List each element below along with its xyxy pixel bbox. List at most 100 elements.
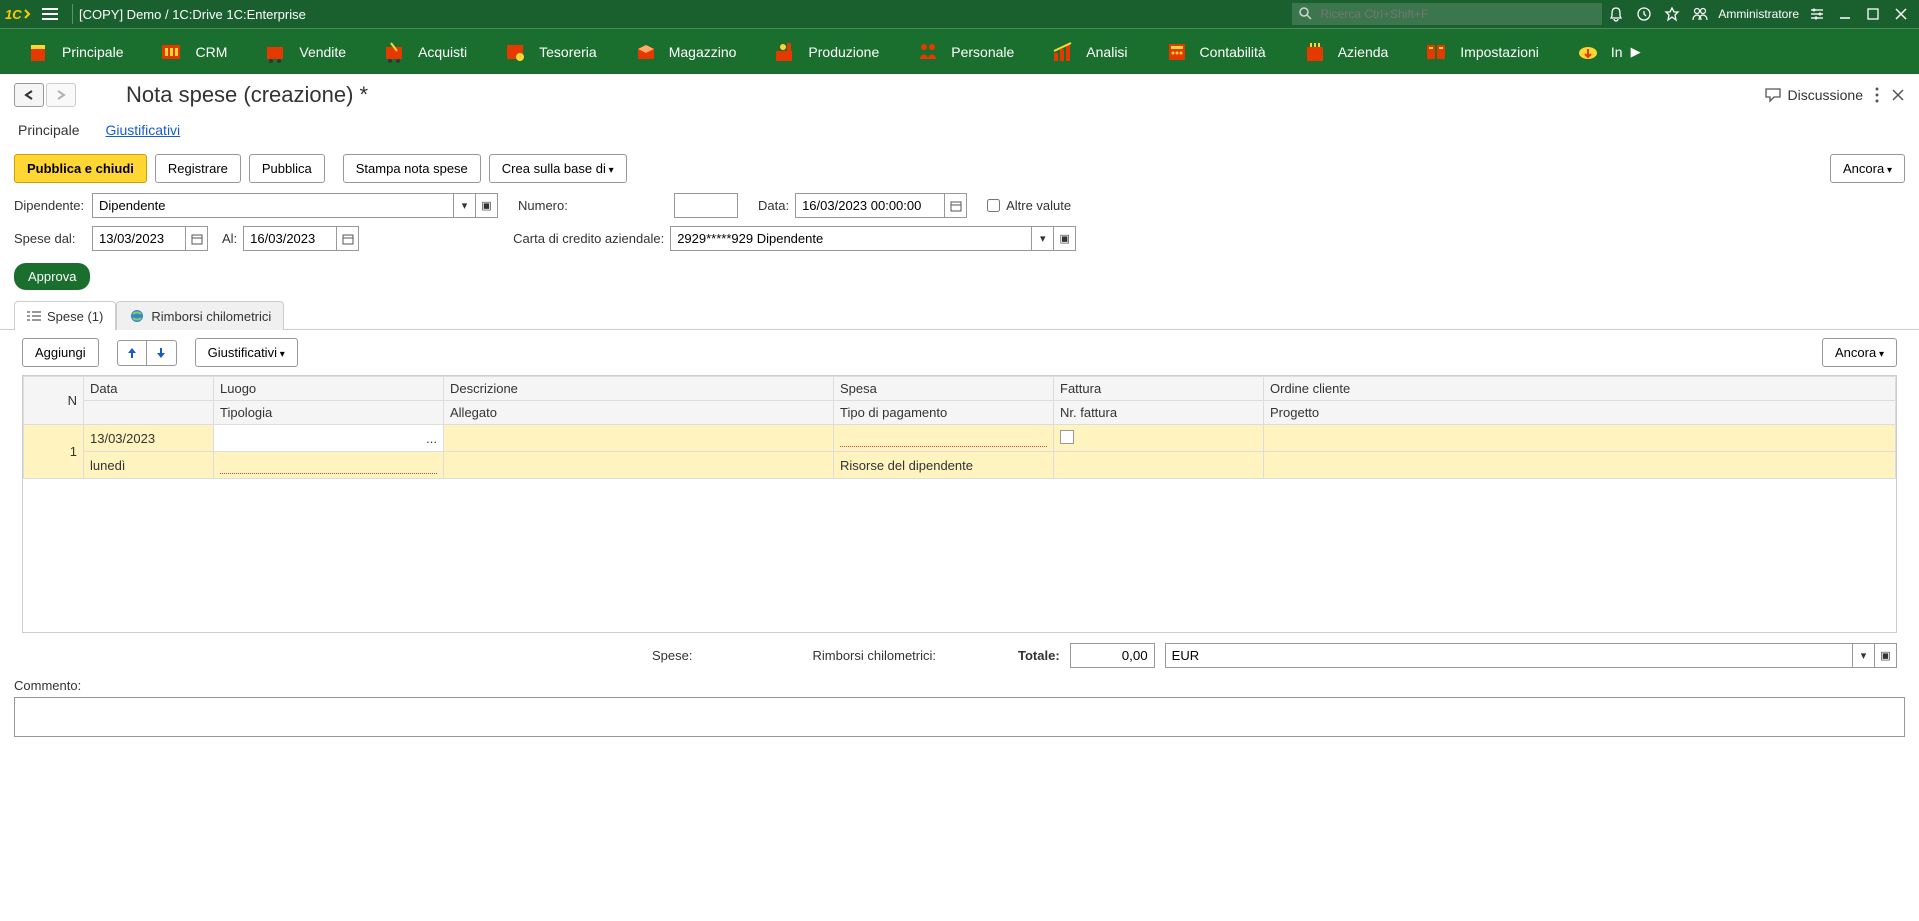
col-tipo-pagamento[interactable]: Tipo di pagamento <box>834 401 1054 425</box>
close-window-icon[interactable] <box>1887 2 1915 26</box>
nav-extra[interactable]: In <box>1557 29 1627 74</box>
nav-azienda[interactable]: Azienda <box>1284 29 1407 74</box>
table-ancora-dropdown[interactable]: Ancora <box>1822 338 1897 367</box>
al-calendar-icon[interactable] <box>337 226 359 251</box>
nav-analisi[interactable]: Analisi <box>1032 29 1145 74</box>
col-ordine[interactable]: Ordine cliente <box>1264 377 1896 401</box>
cell-spesa[interactable] <box>834 425 1054 452</box>
cell-descrizione[interactable] <box>444 425 834 452</box>
carta-dropdown-icon[interactable]: ▾ <box>1032 226 1054 251</box>
fattura-checkbox[interactable] <box>1060 430 1074 444</box>
nav-contabilita[interactable]: Contabilità <box>1146 29 1284 74</box>
home-icon <box>26 39 52 65</box>
valuta-open-icon[interactable]: ▣ <box>1875 643 1897 668</box>
altre-valute-input[interactable] <box>987 199 1000 212</box>
spese-dal-input[interactable] <box>92 226 186 251</box>
col-tipologia[interactable]: Tipologia <box>214 401 444 425</box>
cell-progetto[interactable] <box>1264 452 1896 479</box>
subtab-giustificativi[interactable]: Giustificativi <box>101 116 184 144</box>
hamburger-menu-icon[interactable] <box>38 2 62 26</box>
dipendente-input[interactable] <box>92 193 454 218</box>
registrare-button[interactable]: Registrare <box>155 154 241 183</box>
carta-open-icon[interactable]: ▣ <box>1054 226 1076 251</box>
col-progetto[interactable]: Progetto <box>1264 401 1896 425</box>
col-data-sub[interactable] <box>84 401 214 425</box>
subtab-principale[interactable]: Principale <box>14 116 83 144</box>
user-name[interactable]: Amministratore <box>1718 7 1799 21</box>
nav-produzione[interactable]: Produzione <box>754 29 897 74</box>
back-button[interactable] <box>14 83 44 107</box>
crea-base-dropdown[interactable]: Crea sulla base di <box>489 154 627 183</box>
tab-rimborsi[interactable]: Rimborsi chilometrici <box>116 301 284 330</box>
luogo-input[interactable] <box>216 429 422 448</box>
page-header: Nota spese (creazione) * Discussione <box>0 74 1919 110</box>
table-giustificativi-dropdown[interactable]: Giustificativi <box>195 338 298 367</box>
col-fattura[interactable]: Fattura <box>1054 377 1264 401</box>
move-down-button[interactable] <box>147 340 177 366</box>
cell-data[interactable]: 13/03/2023 <box>84 425 214 452</box>
col-n[interactable]: N <box>24 377 84 425</box>
dipendente-open-icon[interactable]: ▣ <box>476 193 498 218</box>
ancora-dropdown[interactable]: Ancora <box>1830 154 1905 183</box>
users-icon[interactable] <box>1686 2 1714 26</box>
nav-principale[interactable]: Principale <box>8 29 141 74</box>
nav-impostazioni[interactable]: Impostazioni <box>1406 29 1557 74</box>
history-icon[interactable] <box>1630 2 1658 26</box>
col-luogo[interactable]: Luogo <box>214 377 444 401</box>
cell-allegato[interactable] <box>444 452 834 479</box>
numero-input[interactable] <box>674 193 738 218</box>
approva-button[interactable]: Approva <box>14 263 90 290</box>
close-page-icon[interactable] <box>1891 88 1905 102</box>
totale-input[interactable] <box>1070 643 1155 668</box>
aggiungi-button[interactable]: Aggiungi <box>22 338 99 367</box>
discussione-button[interactable]: Discussione <box>1764 87 1863 103</box>
settings-icon[interactable] <box>1803 2 1831 26</box>
stampa-button[interactable]: Stampa nota spese <box>343 154 481 183</box>
commento-textarea[interactable] <box>14 697 1905 737</box>
pubblica-button[interactable]: Pubblica <box>249 154 325 183</box>
pubblica-chiudi-button[interactable]: Pubblica e chiudi <box>14 154 147 183</box>
cell-fattura[interactable] <box>1054 425 1264 452</box>
luogo-picker-icon[interactable]: ... <box>422 431 441 446</box>
col-descrizione[interactable]: Descrizione <box>444 377 834 401</box>
data-calendar-icon[interactable] <box>945 193 967 218</box>
col-nr-fattura[interactable]: Nr. fattura <box>1054 401 1264 425</box>
minimize-icon[interactable] <box>1831 2 1859 26</box>
altre-valute-label: Altre valute <box>1006 198 1071 213</box>
move-up-button[interactable] <box>117 340 147 366</box>
valuta-dropdown-icon[interactable]: ▾ <box>1853 643 1875 668</box>
cell-data-day[interactable]: lunedì <box>84 452 214 479</box>
col-spesa[interactable]: Spesa <box>834 377 1054 401</box>
star-icon[interactable] <box>1658 2 1686 26</box>
data-input[interactable] <box>795 193 945 218</box>
altre-valute-checkbox[interactable]: Altre valute <box>987 198 1071 213</box>
global-search-input[interactable] <box>1292 3 1602 25</box>
table-row[interactable]: 1 13/03/2023 ... <box>24 425 1896 452</box>
cell-n[interactable]: 1 <box>24 425 84 479</box>
nav-personale[interactable]: Personale <box>897 29 1032 74</box>
col-allegato[interactable]: Allegato <box>444 401 834 425</box>
valuta-input[interactable] <box>1165 643 1853 668</box>
tab-spese[interactable]: Spese (1) <box>14 301 116 330</box>
maximize-icon[interactable] <box>1859 2 1887 26</box>
cell-luogo[interactable]: ... <box>214 425 444 452</box>
cell-tipologia[interactable] <box>214 452 444 479</box>
nav-crm[interactable]: CRM <box>141 29 245 74</box>
more-options-icon[interactable] <box>1875 87 1879 103</box>
bell-icon[interactable] <box>1602 2 1630 26</box>
al-input[interactable] <box>243 226 337 251</box>
nav-acquisti[interactable]: Acquisti <box>364 29 485 74</box>
dipendente-dropdown-icon[interactable]: ▾ <box>454 193 476 218</box>
forward-button[interactable] <box>46 83 76 107</box>
spese-dal-calendar-icon[interactable] <box>186 226 208 251</box>
cell-nr-fattura[interactable] <box>1054 452 1264 479</box>
nav-scroll-right-icon[interactable]: ▶ <box>1627 44 1645 60</box>
nav-tesoreria[interactable]: Tesoreria <box>485 29 615 74</box>
nav-vendite[interactable]: Vendite <box>245 29 364 74</box>
cell-ordine[interactable] <box>1264 425 1896 452</box>
carta-input[interactable] <box>670 226 1032 251</box>
cell-tipo-pagamento[interactable]: Risorse del dipendente <box>834 452 1054 479</box>
col-data[interactable]: Data <box>84 377 214 401</box>
table-row-sub[interactable]: lunedì Risorse del dipendente <box>24 452 1896 479</box>
nav-magazzino[interactable]: Magazzino <box>615 29 755 74</box>
